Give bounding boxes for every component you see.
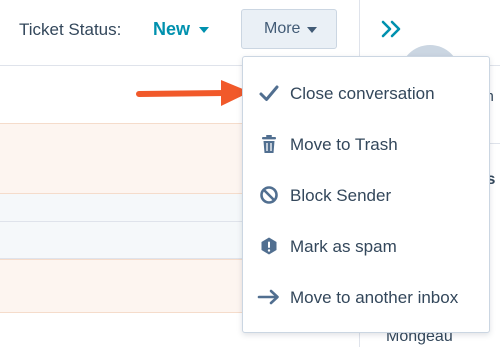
expand-sidebar-icon[interactable]: [381, 19, 403, 39]
menu-item-block-sender[interactable]: Block Sender: [243, 170, 489, 221]
callout-arrow-icon: [136, 80, 250, 106]
spam-icon: [261, 237, 277, 255]
more-caret-icon: [307, 27, 317, 33]
menu-item-label: Mark as spam: [290, 237, 397, 256]
menu-item-label: Block Sender: [290, 186, 392, 205]
menu-item-label: Close conversation: [290, 84, 435, 103]
menu-item-mark-as-spam[interactable]: Mark as spam: [243, 221, 489, 272]
menu-item-move-to-trash[interactable]: Move to Trash: [243, 119, 489, 170]
ticket-status-dropdown[interactable]: New: [153, 19, 190, 40]
ticket-status-label: Ticket Status:: [19, 20, 122, 39]
checkmark-icon: [259, 85, 279, 101]
more-button-label: More: [264, 20, 301, 37]
menu-item-move-to-another-inbox[interactable]: Move to another inbox: [243, 272, 489, 323]
menu-item-label: Move to Trash: [290, 135, 398, 154]
menu-item-label: Move to another inbox: [290, 288, 459, 307]
more-button[interactable]: More: [241, 9, 337, 49]
more-dropdown-menu: Close conversation Move to Trash Block S…: [242, 56, 490, 333]
arrow-right-icon: [257, 289, 279, 305]
trash-icon: [262, 135, 276, 153]
block-icon: [260, 186, 278, 204]
status-caret-icon[interactable]: [199, 27, 209, 33]
menu-item-close-conversation[interactable]: Close conversation: [243, 68, 489, 119]
